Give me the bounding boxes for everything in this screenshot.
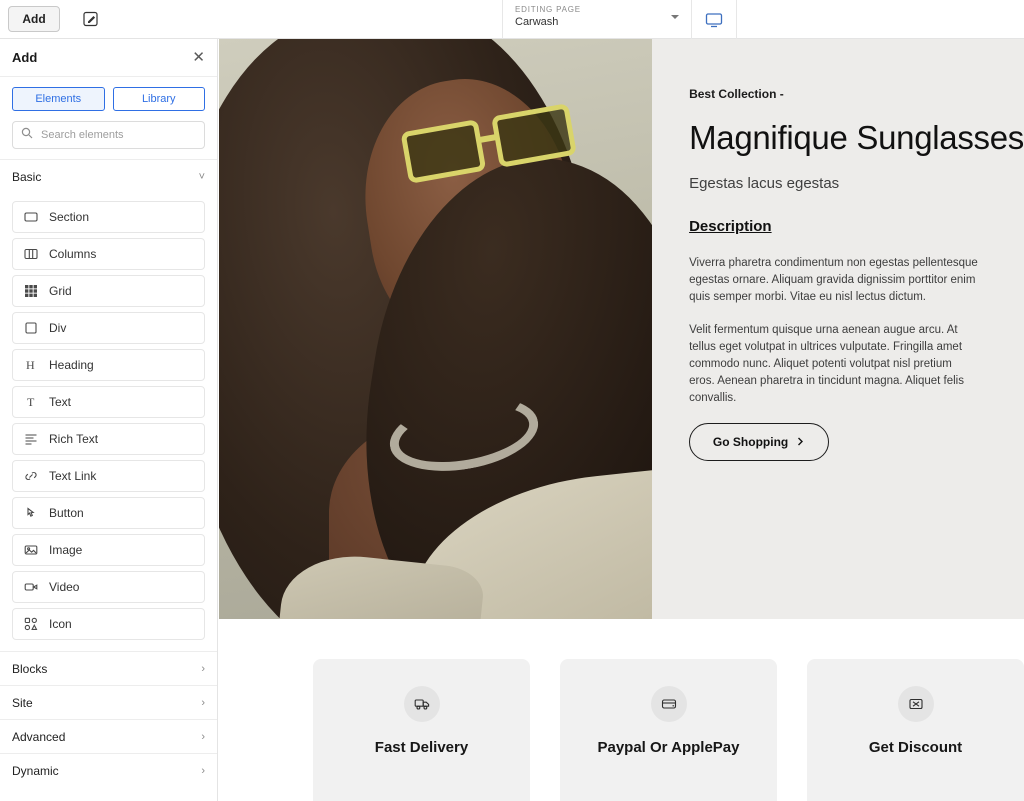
hero-eyebrow[interactable]: Best Collection -: [689, 87, 1024, 101]
video-camera-icon: [23, 579, 39, 595]
top-toolbar: Add EDITING PAGE Carwash: [0, 0, 1024, 39]
credit-card-icon: [651, 686, 687, 722]
hero-copy: Best Collection - Magnifique Sunglasses …: [652, 39, 1024, 619]
search-input[interactable]: [39, 128, 196, 142]
feature-label: Get Discount: [807, 739, 1024, 756]
group-site[interactable]: Site ›: [0, 685, 217, 719]
element-video[interactable]: Video: [12, 571, 205, 603]
icon-grid-icon: [23, 616, 39, 632]
feature-label: Paypal Or ApplePay: [560, 739, 777, 756]
element-button[interactable]: Button: [12, 497, 205, 529]
tab-elements[interactable]: Elements: [12, 87, 105, 111]
element-rich-text[interactable]: Rich Text: [12, 423, 205, 455]
svg-text:T: T: [27, 395, 35, 409]
element-grid[interactable]: Grid: [12, 275, 205, 307]
element-grid-label: Grid: [49, 284, 72, 298]
search-icon: [21, 126, 33, 144]
feature-card-paypal-applepay[interactable]: Paypal Or ApplePay: [560, 659, 777, 801]
element-columns-label: Columns: [49, 247, 96, 261]
hero-section[interactable]: Best Collection - Magnifique Sunglasses …: [219, 39, 1024, 619]
add-button[interactable]: Add: [8, 6, 60, 32]
woman-with-yellow-sunglasses-photo: [219, 39, 652, 619]
element-section-label: Section: [49, 210, 89, 224]
element-heading[interactable]: H Heading: [12, 349, 205, 381]
element-icon[interactable]: Icon: [12, 608, 205, 640]
element-columns[interactable]: Columns: [12, 238, 205, 270]
group-dynamic-label: Dynamic: [12, 764, 59, 778]
div-icon: [23, 320, 39, 336]
feature-card-fast-delivery[interactable]: Fast Delivery: [313, 659, 530, 801]
hero-paragraph-1[interactable]: Viverra pharetra condimentum non egestas…: [689, 255, 989, 306]
element-image-label: Image: [49, 543, 82, 557]
group-blocks[interactable]: Blocks ›: [0, 651, 217, 685]
rich-text-icon: [23, 431, 39, 447]
features-row: Fast Delivery Paypal Or ApplePay Get Dis…: [219, 659, 1024, 801]
discount-tag-icon: [898, 686, 934, 722]
hero-description-heading[interactable]: Description: [689, 218, 1024, 235]
link-icon: [23, 468, 39, 484]
hero-subtitle[interactable]: Egestas lacus egestas: [689, 175, 1024, 192]
element-icon-label: Icon: [49, 617, 72, 631]
delivery-truck-icon: [404, 686, 440, 722]
element-button-label: Button: [49, 506, 84, 520]
element-text-label: Text: [49, 395, 71, 409]
element-text-link[interactable]: Text Link: [12, 460, 205, 492]
element-image[interactable]: Image: [12, 534, 205, 566]
panel-tabs: Elements Library: [0, 77, 217, 119]
element-heading-label: Heading: [49, 358, 94, 372]
element-div-label: Div: [49, 321, 66, 335]
section-icon: [23, 209, 39, 225]
search-elements-wrap: [0, 119, 217, 159]
chevron-right-icon: ›: [201, 731, 205, 743]
columns-icon: [23, 246, 39, 262]
chevron-right-icon: ›: [201, 697, 205, 709]
chevron-right-icon: ›: [201, 663, 205, 675]
text-t-icon: T: [23, 394, 39, 410]
hero-title[interactable]: Magnifique Sunglasses: [689, 119, 1024, 157]
button-cursor-icon: [23, 505, 39, 521]
go-shopping-label: Go Shopping: [713, 435, 788, 449]
svg-text:H: H: [26, 358, 35, 372]
group-basic[interactable]: Basic ˅: [0, 159, 217, 193]
element-rich-text-label: Rich Text: [49, 432, 98, 446]
element-text[interactable]: T Text: [12, 386, 205, 418]
close-icon[interactable]: ✕: [192, 50, 205, 65]
page-selector[interactable]: EDITING PAGE Carwash: [502, 0, 692, 39]
add-panel: Add ✕ Elements Library Basic ˅ Sectio: [0, 39, 218, 801]
hero-paragraph-2[interactable]: Velit fermentum quisque urna aenean augu…: [689, 322, 989, 407]
grid-icon: [23, 283, 39, 299]
panel-title: Add: [12, 50, 37, 65]
chevron-right-icon: [796, 435, 805, 449]
page-selector-eyebrow: EDITING PAGE: [515, 4, 681, 16]
pencil-square-icon[interactable]: [78, 6, 104, 32]
group-advanced-label: Advanced: [12, 730, 65, 744]
group-site-label: Site: [12, 696, 33, 710]
group-advanced[interactable]: Advanced ›: [0, 719, 217, 753]
feature-card-get-discount[interactable]: Get Discount: [807, 659, 1024, 801]
tab-library[interactable]: Library: [113, 87, 206, 111]
heading-h-icon: H: [23, 357, 39, 373]
search-box[interactable]: [12, 121, 205, 149]
element-video-label: Video: [49, 580, 79, 594]
go-shopping-button[interactable]: Go Shopping: [689, 423, 829, 461]
chevron-down-icon: ˅: [199, 171, 205, 183]
page-canvas: Best Collection - Magnifique Sunglasses …: [219, 39, 1024, 801]
chevron-right-icon: ›: [201, 765, 205, 777]
feature-label: Fast Delivery: [313, 739, 530, 756]
chevron-down-icon: [671, 15, 679, 19]
group-basic-label: Basic: [12, 170, 41, 184]
desktop-view-button[interactable]: [692, 0, 737, 39]
group-blocks-label: Blocks: [12, 662, 47, 676]
panel-header: Add ✕: [0, 39, 217, 77]
element-list: Section Columns Grid: [0, 193, 217, 651]
element-text-link-label: Text Link: [49, 469, 96, 483]
group-dynamic[interactable]: Dynamic ›: [0, 753, 217, 787]
element-section[interactable]: Section: [12, 201, 205, 233]
image-icon: [23, 542, 39, 558]
page-selector-value: Carwash: [515, 16, 681, 29]
element-div[interactable]: Div: [12, 312, 205, 344]
